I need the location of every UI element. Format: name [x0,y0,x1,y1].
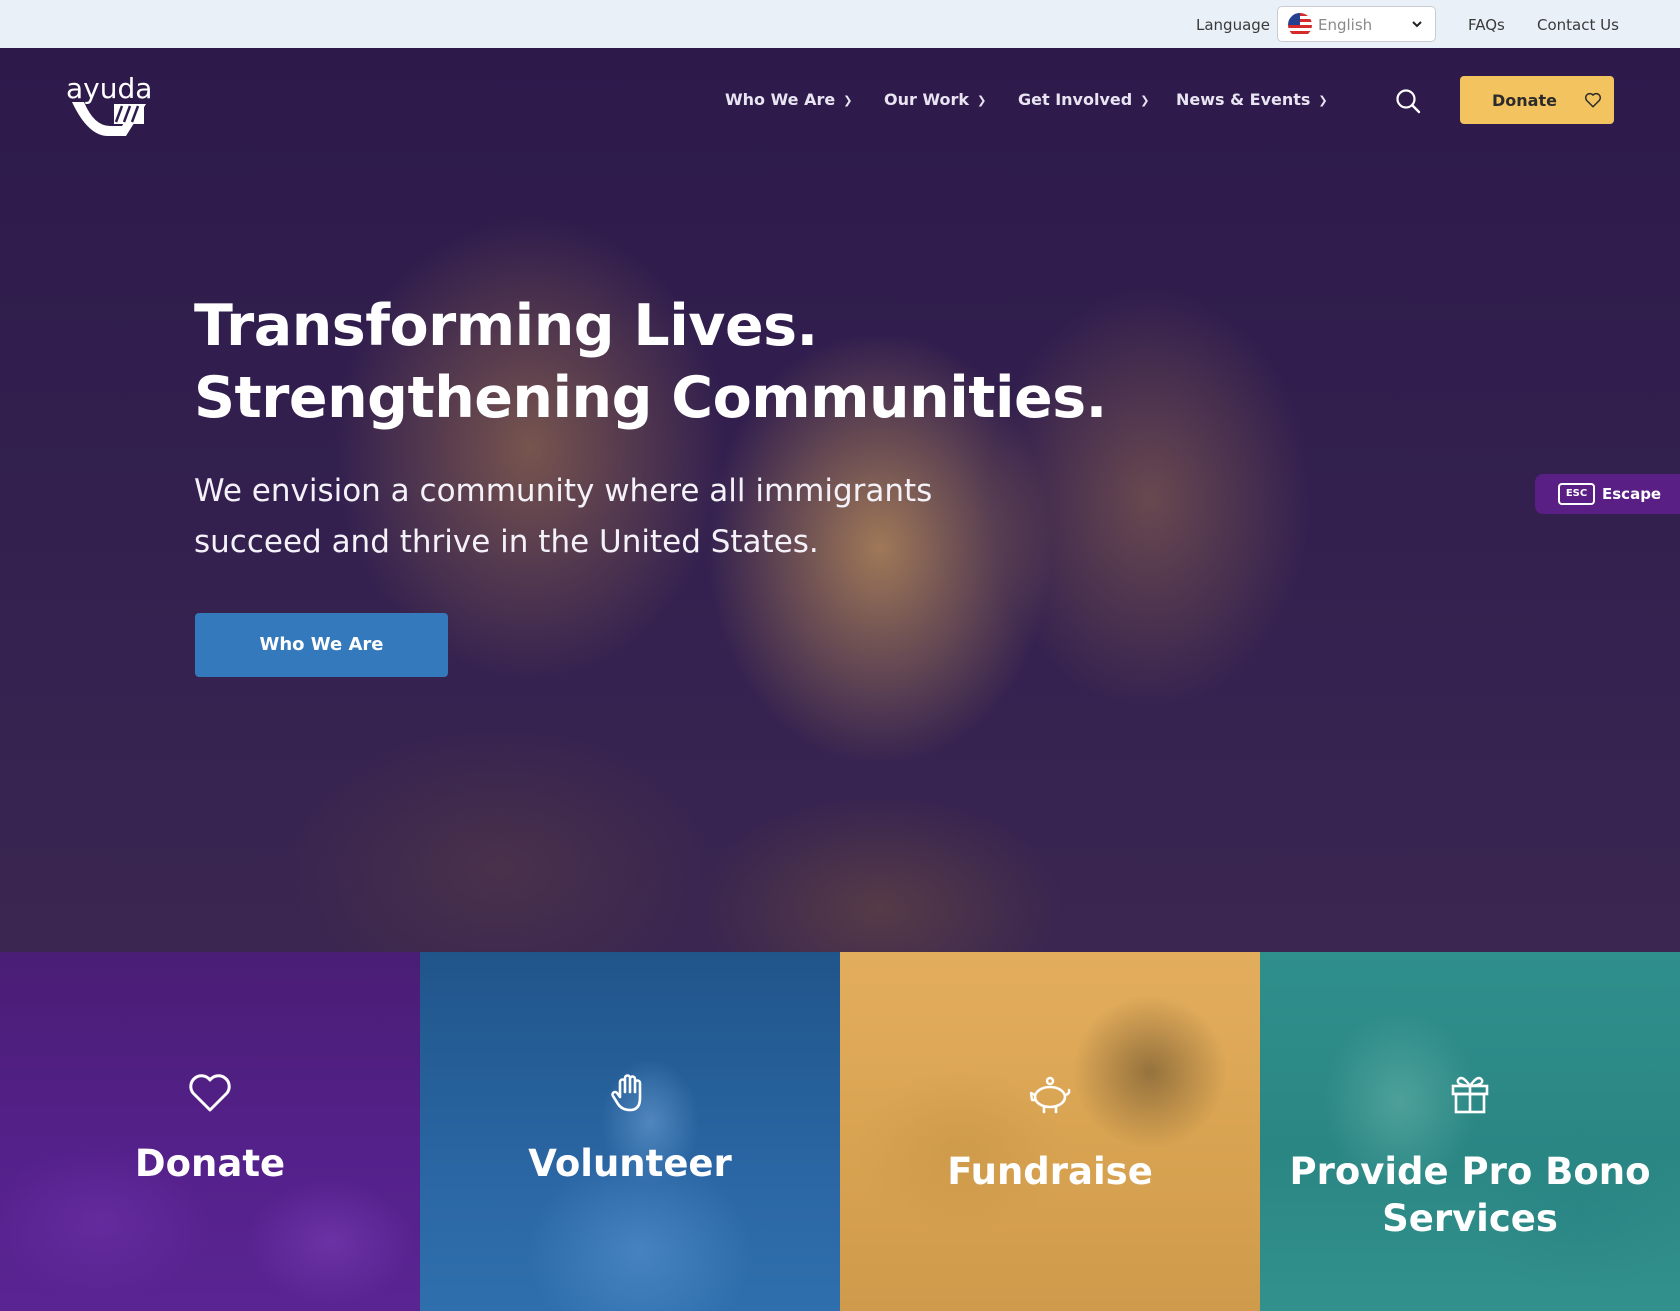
chevron-down-icon [1411,14,1423,38]
language-select[interactable]: English [1277,6,1436,42]
volunteer-tile[interactable]: Volunteer [420,952,840,1311]
chevron-down-icon: ❯ [843,94,853,107]
pro-bono-tile[interactable]: Provide Pro Bono Services [1260,952,1680,1311]
hero-title: Transforming Lives. Strengthening Commun… [194,293,1107,431]
language-label: Language [1196,16,1271,34]
nav-news-events[interactable]: News & Events ❯ [1176,90,1328,109]
faqs-link[interactable]: FAQs [1468,16,1505,34]
logo-wordmark: ayuda [66,72,152,105]
chevron-down-icon: ❯ [977,94,987,107]
donate-tile[interactable]: Donate [0,952,420,1311]
ayuda-logo[interactable]: ayuda [64,64,154,136]
donate-button[interactable]: Donate [1460,76,1614,124]
nav-who-we-are[interactable]: Who We Are ❯ [725,90,852,109]
us-flag-icon [1288,13,1312,37]
nav-our-work[interactable]: Our Work ❯ [884,90,986,109]
tile-label: Fundraise [947,1150,1153,1193]
escape-label: Escape [1602,485,1662,503]
escape-button[interactable]: ESC Escape [1535,474,1680,514]
search-icon [1396,89,1421,114]
heart-icon [1584,92,1602,108]
utility-bar: Language English FAQs Contact Us [0,0,1680,48]
hand-icon [611,1074,642,1112]
nav-get-involved[interactable]: Get Involved ❯ [1018,90,1149,109]
logo-mark: ayuda [66,72,152,136]
hero-subtitle: We envision a community where all immigr… [194,473,933,560]
chevron-down-icon: ❯ [1318,94,1328,107]
piggy-bank-icon [1029,1076,1071,1114]
tile-label: Provide Pro Bono Services [1289,1150,1651,1240]
contact-us-link[interactable]: Contact Us [1537,16,1619,34]
fundraise-tile[interactable]: Fundraise [840,952,1260,1311]
esc-key-icon: ESC [1558,483,1595,505]
gift-icon [1451,1076,1489,1114]
heart-icon [189,1074,231,1112]
search-button[interactable] [1394,87,1422,115]
chevron-down-icon: ❯ [1140,94,1150,107]
language-value: English [1318,16,1373,34]
tile-label: Donate [134,1142,286,1185]
who-we-are-button[interactable]: Who We Are [195,613,448,677]
tile-label: Volunteer [528,1142,732,1185]
